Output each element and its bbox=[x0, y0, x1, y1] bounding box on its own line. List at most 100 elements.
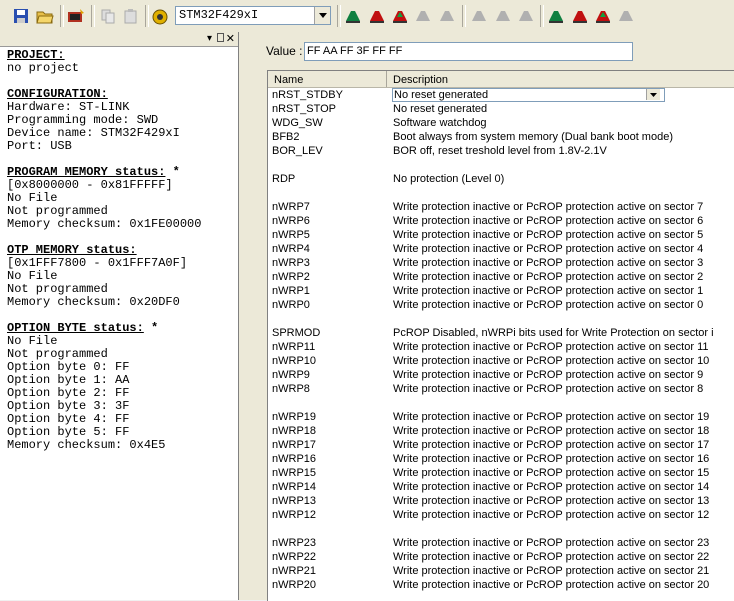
table-row[interactable]: nWRP23 Write protection inactive or PcROP… bbox=[268, 536, 734, 550]
program-red-icon[interactable] bbox=[569, 5, 591, 27]
table-row[interactable]: nWRP13 Write protection inactive or PcROP… bbox=[268, 494, 734, 508]
program-mixed-icon[interactable] bbox=[389, 5, 411, 27]
toolbar-separator bbox=[145, 5, 149, 27]
table-row[interactable]: nWRP2 Write protection inactive or PcROP … bbox=[268, 270, 734, 284]
table-row[interactable]: RDP No protection (Level 0) bbox=[268, 172, 734, 186]
row-name: RDP bbox=[272, 173, 296, 185]
row-name: nRST_STDBY bbox=[272, 89, 343, 101]
table-row[interactable]: nRST_STOP No reset generated bbox=[268, 102, 734, 116]
table-row[interactable]: nWRP20 Write protection inactive or PcROP… bbox=[268, 578, 734, 592]
row-name: nWRP10 bbox=[272, 355, 317, 367]
row-name: nWRP13 bbox=[272, 495, 317, 507]
save-icon[interactable] bbox=[10, 5, 32, 27]
program-green-icon[interactable] bbox=[545, 5, 567, 27]
row-description: Write protection inactive or PcROP prote… bbox=[393, 467, 710, 479]
row-description: Write protection inactive or PcROP prote… bbox=[393, 271, 704, 283]
column-header-name[interactable]: Name bbox=[274, 74, 303, 86]
table-row[interactable]: nWRP14 Write protection inactive or PcROP… bbox=[268, 480, 734, 494]
table-row[interactable]: nWRP4 Write protection inactive or PcROP … bbox=[268, 242, 734, 256]
row-description: Write protection inactive or PcROP prote… bbox=[393, 257, 704, 269]
program-red-icon[interactable] bbox=[366, 5, 388, 27]
gray-arrow-icon bbox=[515, 5, 537, 27]
table-row[interactable]: nWRP16 Write protection inactive or PcROP… bbox=[268, 452, 734, 466]
table-row[interactable]: nWRP12 Write protection inactive or PcROP… bbox=[268, 508, 734, 522]
toolbar-separator bbox=[462, 5, 466, 27]
table-row-spacer bbox=[268, 396, 734, 410]
device-select[interactable]: STM32F429xI bbox=[175, 6, 331, 25]
row-description: Write protection inactive or PcROP prote… bbox=[393, 495, 710, 507]
device-select-value: STM32F429xI bbox=[179, 8, 259, 22]
table-row[interactable]: nWRP18 Write protection inactive or PcROP… bbox=[268, 424, 734, 438]
row-description: Write protection inactive or PcROP prote… bbox=[393, 439, 710, 451]
chevron-down-icon[interactable] bbox=[646, 89, 660, 100]
table-row[interactable]: nWRP10 Write protection inactive or PcROP… bbox=[268, 354, 734, 368]
table-row[interactable]: nWRP17 Write protection inactive or PcROP… bbox=[268, 438, 734, 452]
hardware-line: Hardware: ST-LINK bbox=[7, 100, 130, 114]
option-byte-4: Option byte 4: FF bbox=[7, 412, 130, 426]
option-byte-5: Option byte 5: FF bbox=[7, 425, 130, 439]
row-description: BOR off, reset treshold level from 1.8V-… bbox=[393, 145, 607, 157]
table-row[interactable]: nWRP1 Write protection inactive or PcROP … bbox=[268, 284, 734, 298]
table-row-spacer bbox=[268, 186, 734, 200]
table-row[interactable]: BOR_LEV BOR off, reset treshold level fro… bbox=[268, 144, 734, 158]
option-bytes-grid: Name Description nRST_STDBY No reset gene… bbox=[267, 70, 734, 601]
copy-icon bbox=[97, 5, 119, 27]
column-divider[interactable] bbox=[386, 71, 387, 87]
table-row[interactable]: nWRP5 Write protection inactive or PcROP … bbox=[268, 228, 734, 242]
table-row[interactable]: BFB2 Boot always from system memory (Dual… bbox=[268, 130, 734, 144]
table-row[interactable]: nWRP22 Write protection inactive or PcROP… bbox=[268, 550, 734, 564]
row-name: nWRP2 bbox=[272, 271, 310, 283]
row-description: Write protection inactive or PcROP prote… bbox=[393, 243, 704, 255]
table-row[interactable]: nWRP0 Write protection inactive or PcROP … bbox=[268, 298, 734, 312]
option-byte-status: Not programmed bbox=[7, 347, 108, 361]
program-green-icon[interactable] bbox=[342, 5, 364, 27]
connect-icon[interactable] bbox=[65, 5, 87, 27]
restore-icon[interactable] bbox=[217, 33, 224, 42]
row-name: nWRP9 bbox=[272, 369, 310, 381]
panel-header: ▾ ✕ bbox=[0, 32, 238, 47]
option-byte-3: Option byte 3: 3F bbox=[7, 399, 130, 413]
gray-arrow-icon bbox=[468, 5, 490, 27]
option-byte-header: OPTION BYTE status: bbox=[7, 321, 144, 335]
value-field[interactable]: FF AA FF 3F FF FF bbox=[304, 42, 633, 61]
column-header-description[interactable]: Description bbox=[393, 74, 448, 86]
row-description: Write protection inactive or PcROP prote… bbox=[393, 481, 710, 493]
row-description: Write protection inactive or PcROP prote… bbox=[393, 299, 704, 311]
table-row[interactable]: nWRP15 Write protection inactive or PcROP… bbox=[268, 466, 734, 480]
table-row[interactable]: nWRP6 Write protection inactive or PcROP … bbox=[268, 214, 734, 228]
program-file: No File bbox=[7, 191, 58, 205]
table-row[interactable]: WDG_SW Software watchdog bbox=[268, 116, 734, 130]
port-line: Port: USB bbox=[7, 139, 72, 153]
option-byte-file: No File bbox=[7, 334, 58, 348]
table-row[interactable]: SPRMOD PcROP Disabled, nWRPi bits used fo… bbox=[268, 326, 734, 340]
otp-checksum: Memory checksum: 0x20DF0 bbox=[7, 295, 180, 309]
toolbar-separator bbox=[60, 5, 64, 27]
info-panel: ▾ ✕ PROJECT: no project CONFIGURATION: H… bbox=[0, 32, 239, 600]
chevron-down-icon[interactable] bbox=[314, 7, 330, 24]
row-name: nWRP5 bbox=[272, 229, 310, 241]
row-description: Write protection inactive or PcROP prote… bbox=[393, 509, 710, 521]
table-row[interactable]: nWRP11 Write protection inactive or PcROP… bbox=[268, 340, 734, 354]
row-description: No reset generated bbox=[393, 103, 488, 115]
table-row[interactable]: nWRP21 Write protection inactive or PcROP… bbox=[268, 564, 734, 578]
program-range: [0x8000000 - 0x81FFFFF] bbox=[7, 178, 173, 192]
gray-arrow-icon bbox=[615, 5, 637, 27]
target-icon[interactable] bbox=[150, 5, 172, 27]
close-icon[interactable]: ✕ bbox=[226, 32, 235, 45]
program-mixed-icon[interactable] bbox=[592, 5, 614, 27]
table-row[interactable]: nWRP7 Write protection inactive or PcROP … bbox=[268, 200, 734, 214]
table-row[interactable]: nWRP19 Write protection inactive or PcROP… bbox=[268, 410, 734, 424]
dock-icon[interactable]: ▾ bbox=[207, 33, 212, 44]
table-row[interactable]: nWRP8 Write protection inactive or PcROP … bbox=[268, 382, 734, 396]
row-description: Write protection inactive or PcROP prote… bbox=[393, 425, 710, 437]
table-row[interactable]: nWRP9 Write protection inactive or PcROP … bbox=[268, 368, 734, 382]
open-icon[interactable] bbox=[34, 5, 56, 27]
row-name: nWRP11 bbox=[272, 341, 316, 353]
row-description: Write protection inactive or PcROP prote… bbox=[393, 229, 704, 241]
table-row[interactable]: nRST_STDBY No reset generated bbox=[268, 88, 734, 102]
row-description[interactable]: No reset generated bbox=[392, 88, 665, 102]
grid-rows: nRST_STDBY No reset generated nRST_STOP No … bbox=[268, 88, 734, 592]
table-row[interactable]: nWRP3 Write protection inactive or PcROP … bbox=[268, 256, 734, 270]
panel-splitter[interactable] bbox=[239, 32, 247, 600]
row-description: Write protection inactive or PcROP prote… bbox=[393, 579, 710, 591]
